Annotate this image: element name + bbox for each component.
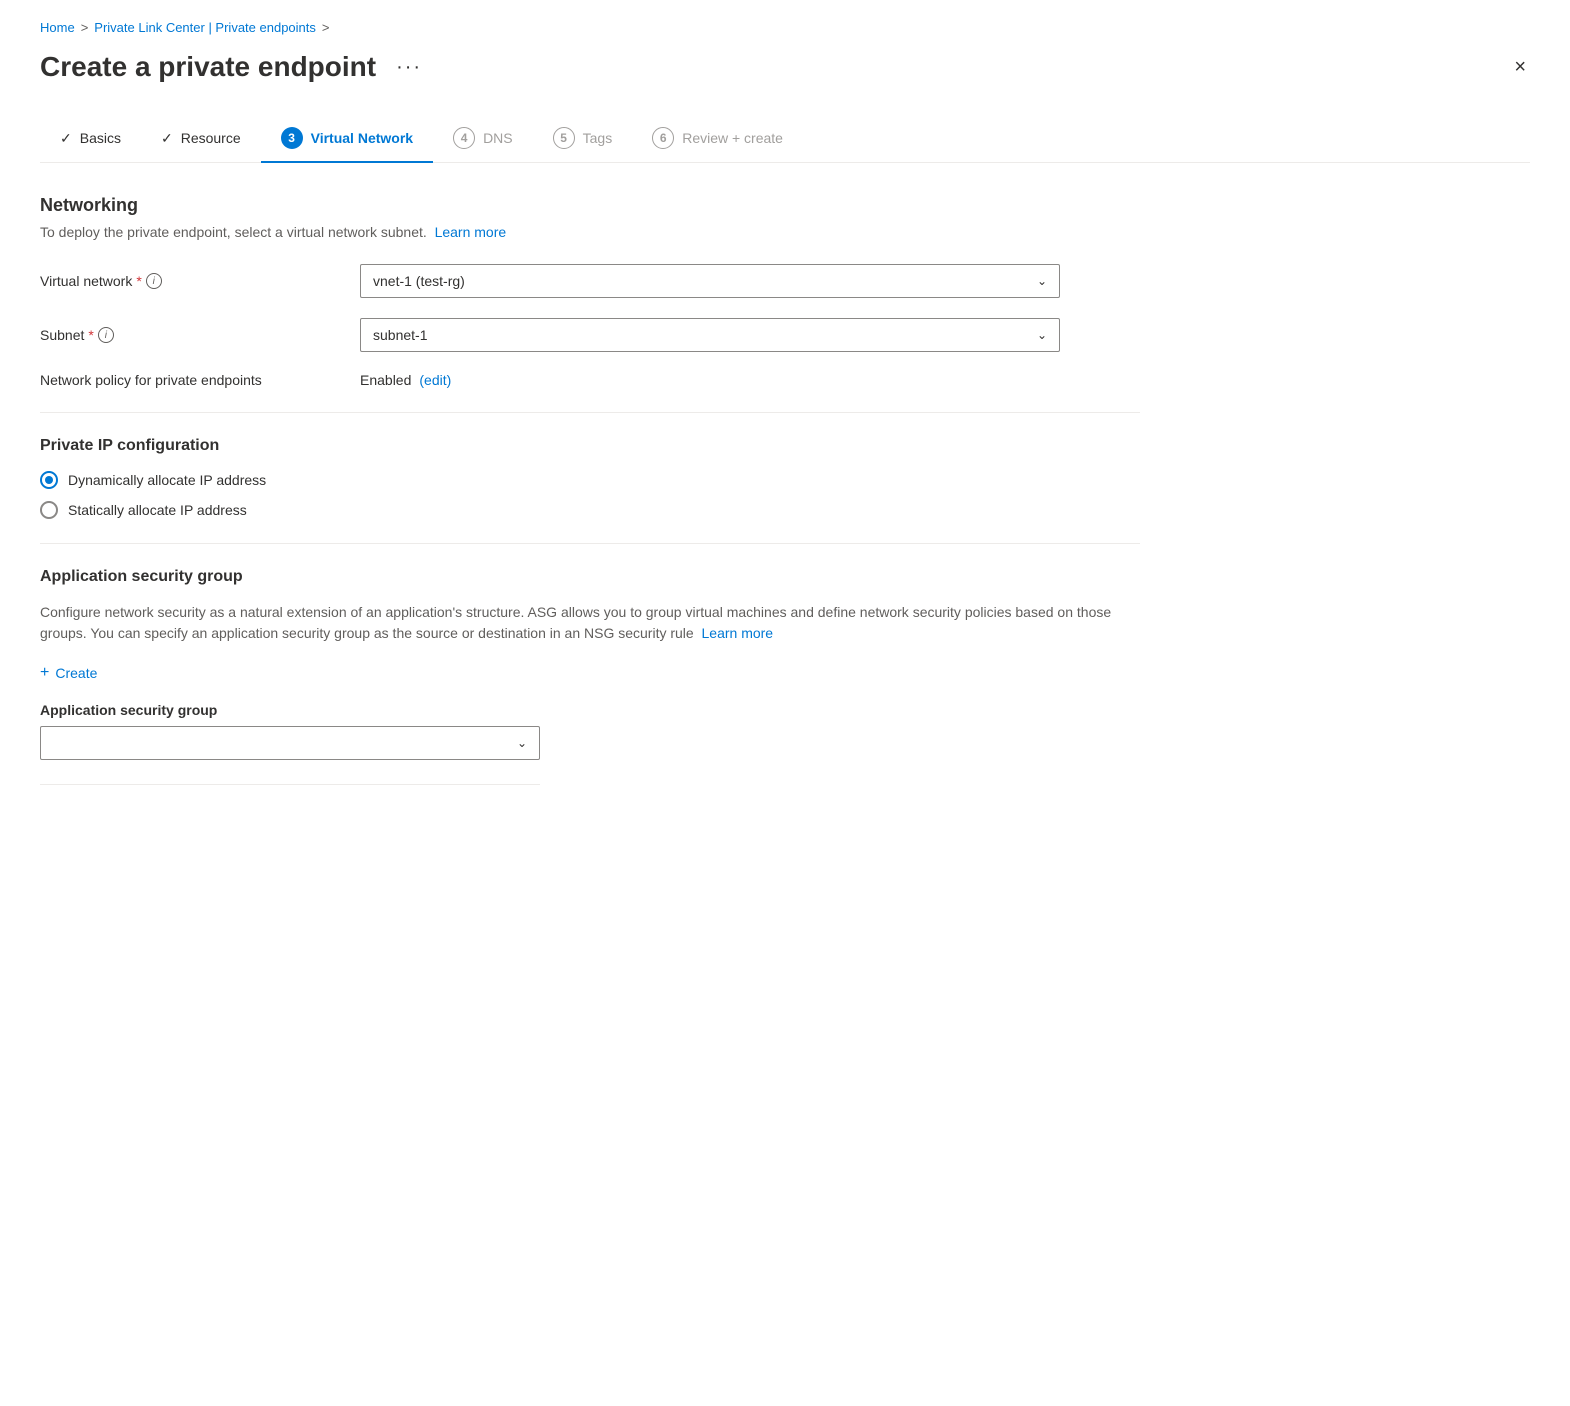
asg-section: Application security group Configure net…	[40, 568, 1140, 785]
network-policy-label: Network policy for private endpoints	[40, 372, 360, 388]
networking-learn-more[interactable]: Learn more	[435, 224, 507, 240]
subnet-label: Subnet * i	[40, 327, 360, 343]
subnet-value: subnet-1	[373, 327, 427, 343]
network-policy-value: Enabled	[360, 372, 411, 388]
plus-icon: +	[40, 664, 49, 682]
asg-desc-text: Configure network security as a natural …	[40, 604, 1111, 641]
subnet-row: Subnet * i subnet-1 ⌄	[40, 318, 1140, 352]
tab-virtual-network-label: Virtual Network	[311, 130, 413, 146]
asg-learn-more[interactable]: Learn more	[702, 625, 774, 641]
breadcrumb: Home > Private Link Center | Private end…	[40, 20, 1530, 35]
tags-number: 5	[553, 127, 575, 149]
breadcrumb-sep1: >	[81, 20, 89, 35]
radio-group-ip: Dynamically allocate IP address Statical…	[40, 471, 1140, 519]
page-title: Create a private endpoint	[40, 51, 376, 83]
review-number: 6	[652, 127, 674, 149]
basics-check-icon: ✓	[60, 130, 72, 147]
resource-check-icon: ✓	[161, 130, 173, 147]
subnet-control: subnet-1 ⌄	[360, 318, 1060, 352]
virtual-network-row: Virtual network * i vnet-1 (test-rg) ⌄	[40, 264, 1140, 298]
virtual-network-dropdown[interactable]: vnet-1 (test-rg) ⌄	[360, 264, 1060, 298]
asg-dropdown-container: Application security group ⌄	[40, 702, 540, 785]
network-policy-control: Enabled (edit)	[360, 372, 1060, 388]
virtual-network-label: Virtual network * i	[40, 273, 360, 289]
network-policy-value-area: Enabled (edit)	[360, 372, 1060, 388]
virtual-network-control: vnet-1 (test-rg) ⌄	[360, 264, 1060, 298]
virtual-network-chevron-icon: ⌄	[1037, 274, 1047, 288]
virtual-network-number: 3	[281, 127, 303, 149]
breadcrumb-private-link[interactable]: Private Link Center | Private endpoints	[94, 20, 316, 35]
networking-title: Networking	[40, 195, 1140, 216]
subnet-chevron-icon: ⌄	[1037, 328, 1047, 342]
page-header: Create a private endpoint ··· ×	[40, 51, 1530, 83]
virtual-network-value: vnet-1 (test-rg)	[373, 273, 465, 289]
asg-create-button[interactable]: + Create	[40, 664, 97, 682]
virtual-network-info-icon[interactable]: i	[146, 273, 162, 289]
radio-dynamic[interactable]: Dynamically allocate IP address	[40, 471, 1140, 489]
subnet-required: *	[88, 327, 93, 343]
radio-dynamic-label: Dynamically allocate IP address	[68, 472, 266, 488]
radio-static-btn[interactable]	[40, 501, 58, 519]
asg-title: Application security group	[40, 568, 1140, 586]
tab-basics-label: Basics	[80, 130, 121, 146]
tab-tags[interactable]: 5 Tags	[533, 115, 633, 163]
radio-static-label: Statically allocate IP address	[68, 502, 247, 518]
close-button[interactable]: ×	[1510, 53, 1530, 81]
tab-review-create-label: Review + create	[682, 130, 783, 146]
asg-dropdown[interactable]: ⌄	[40, 726, 540, 760]
tab-resource-label: Resource	[181, 130, 241, 146]
asg-description: Configure network security as a natural …	[40, 602, 1140, 644]
network-policy-edit-link[interactable]: (edit)	[419, 372, 451, 388]
network-policy-row: Network policy for private endpoints Ena…	[40, 372, 1140, 388]
tab-dns-label: DNS	[483, 130, 513, 146]
divider-1	[40, 412, 1140, 413]
content-area: Networking To deploy the private endpoin…	[40, 195, 1140, 785]
tab-virtual-network[interactable]: 3 Virtual Network	[261, 115, 433, 163]
radio-static[interactable]: Statically allocate IP address	[40, 501, 1140, 519]
subnet-info-icon[interactable]: i	[98, 327, 114, 343]
more-options-button[interactable]: ···	[388, 52, 430, 83]
tab-tags-label: Tags	[583, 130, 613, 146]
asg-chevron-icon: ⌄	[517, 736, 527, 750]
tab-resource[interactable]: ✓ Resource	[141, 118, 261, 161]
asg-create-label: Create	[55, 665, 97, 681]
private-ip-title: Private IP configuration	[40, 437, 1140, 455]
page-title-area: Create a private endpoint ···	[40, 51, 430, 83]
wizard-tabs: ✓ Basics ✓ Resource 3 Virtual Network 4 …	[40, 115, 1530, 163]
tab-dns[interactable]: 4 DNS	[433, 115, 533, 163]
networking-description: To deploy the private endpoint, select a…	[40, 224, 1140, 240]
virtual-network-required: *	[136, 273, 141, 289]
divider-2	[40, 543, 1140, 544]
subnet-dropdown[interactable]: subnet-1 ⌄	[360, 318, 1060, 352]
asg-field-label: Application security group	[40, 702, 540, 718]
tab-review-create[interactable]: 6 Review + create	[632, 115, 803, 163]
tab-basics[interactable]: ✓ Basics	[40, 118, 141, 161]
radio-dynamic-btn[interactable]	[40, 471, 58, 489]
dns-number: 4	[453, 127, 475, 149]
networking-desc-text: To deploy the private endpoint, select a…	[40, 224, 427, 240]
breadcrumb-home[interactable]: Home	[40, 20, 75, 35]
breadcrumb-sep2: >	[322, 20, 330, 35]
